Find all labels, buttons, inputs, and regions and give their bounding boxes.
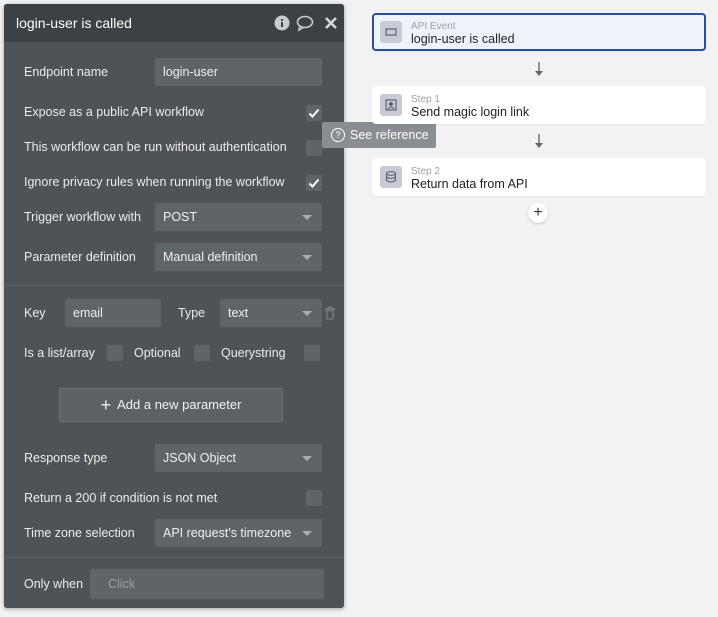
only-when-input[interactable]: Click — [90, 569, 324, 599]
querystring-checkbox[interactable] — [304, 345, 320, 361]
type-label: Type — [178, 306, 206, 320]
panel-title: login-user is called — [16, 15, 132, 31]
comment-icon[interactable] — [296, 14, 314, 32]
event-name: login-user is called — [411, 32, 515, 46]
database-icon — [380, 166, 402, 188]
plus-icon: + — [100, 395, 112, 415]
chevron-down-icon — [302, 456, 312, 461]
endpoint-name-input[interactable]: login-user — [155, 58, 322, 86]
return-200-label: Return a 200 if condition is not met — [24, 491, 218, 505]
see-reference-tooltip[interactable]: ? See reference — [322, 122, 436, 148]
chevron-down-icon — [302, 255, 312, 260]
parameter-definition-select[interactable]: Manual definition — [155, 243, 322, 271]
parameter-definition-value: Manual definition — [163, 250, 258, 264]
checkmark-icon — [308, 108, 320, 118]
step-number: Step 1 — [411, 94, 440, 105]
api-event-card[interactable]: API Event login-user is called — [372, 13, 706, 51]
is-list-label: Is a list/array — [24, 346, 95, 360]
no-auth-checkbox[interactable] — [306, 140, 322, 156]
timezone-label: Time zone selection — [24, 526, 135, 540]
event-icon — [380, 21, 402, 43]
is-list-checkbox[interactable] — [107, 345, 123, 361]
ignore-privacy-checkbox[interactable] — [306, 175, 322, 191]
step-name: Send magic login link — [411, 105, 530, 119]
step-name: Return data from API — [411, 177, 528, 191]
add-parameter-label: Add a new parameter — [117, 397, 242, 412]
info-icon[interactable] — [273, 14, 291, 32]
no-auth-label: This workflow can be run without authent… — [24, 140, 287, 154]
return-200-checkbox[interactable] — [306, 490, 322, 506]
trigger-method-value: POST — [163, 210, 198, 224]
querystring-label: Querystring — [221, 346, 286, 360]
help-icon: ? — [331, 128, 345, 142]
trigger-method-select[interactable]: POST — [155, 203, 322, 231]
step-number: Step 2 — [411, 166, 440, 177]
timezone-select[interactable]: API request's timezone — [155, 519, 322, 547]
step-1-card[interactable]: Step 1 Send magic login link — [372, 86, 706, 124]
close-icon[interactable] — [322, 14, 340, 32]
add-parameter-button[interactable]: + Add a new parameter — [59, 388, 283, 422]
expose-public-label: Expose as a public API workflow — [24, 105, 204, 119]
trigger-label: Trigger workflow with — [24, 210, 141, 224]
arrow-down-icon — [535, 62, 543, 76]
add-step-button[interactable]: + — [528, 203, 548, 223]
section-divider — [4, 557, 344, 558]
endpoint-name-label: Endpoint name — [24, 65, 109, 79]
email-action-icon — [380, 94, 402, 116]
arrow-down-icon — [535, 134, 543, 148]
section-divider — [4, 285, 344, 286]
chevron-down-icon — [302, 311, 312, 316]
timezone-value: API request's timezone — [163, 526, 292, 540]
key-input[interactable]: email — [65, 299, 161, 327]
response-type-select[interactable]: JSON Object — [155, 444, 322, 472]
tooltip-text: See reference — [350, 128, 429, 142]
type-value: text — [228, 306, 249, 320]
parameter-definition-label: Parameter definition — [24, 250, 136, 264]
response-type-label: Response type — [24, 451, 108, 465]
type-select[interactable]: text — [220, 299, 322, 327]
step-2-card[interactable]: Step 2 Return data from API — [372, 158, 706, 196]
response-type-value: JSON Object — [163, 451, 236, 465]
event-kind: API Event — [411, 21, 456, 32]
trash-icon[interactable] — [324, 306, 336, 320]
checkmark-icon — [308, 178, 320, 188]
optional-checkbox[interactable] — [194, 345, 210, 361]
chevron-down-icon — [302, 215, 312, 220]
workflow-properties-panel: login-user is called Endpoint name login… — [4, 4, 344, 608]
chevron-down-icon — [302, 531, 312, 536]
panel-header: login-user is called — [4, 4, 344, 42]
ignore-privacy-label: Ignore privacy rules when running the wo… — [24, 175, 285, 189]
optional-label: Optional — [134, 346, 181, 360]
expose-public-checkbox[interactable] — [306, 105, 322, 121]
only-when-label: Only when — [24, 577, 84, 591]
key-label: Key — [24, 306, 46, 320]
